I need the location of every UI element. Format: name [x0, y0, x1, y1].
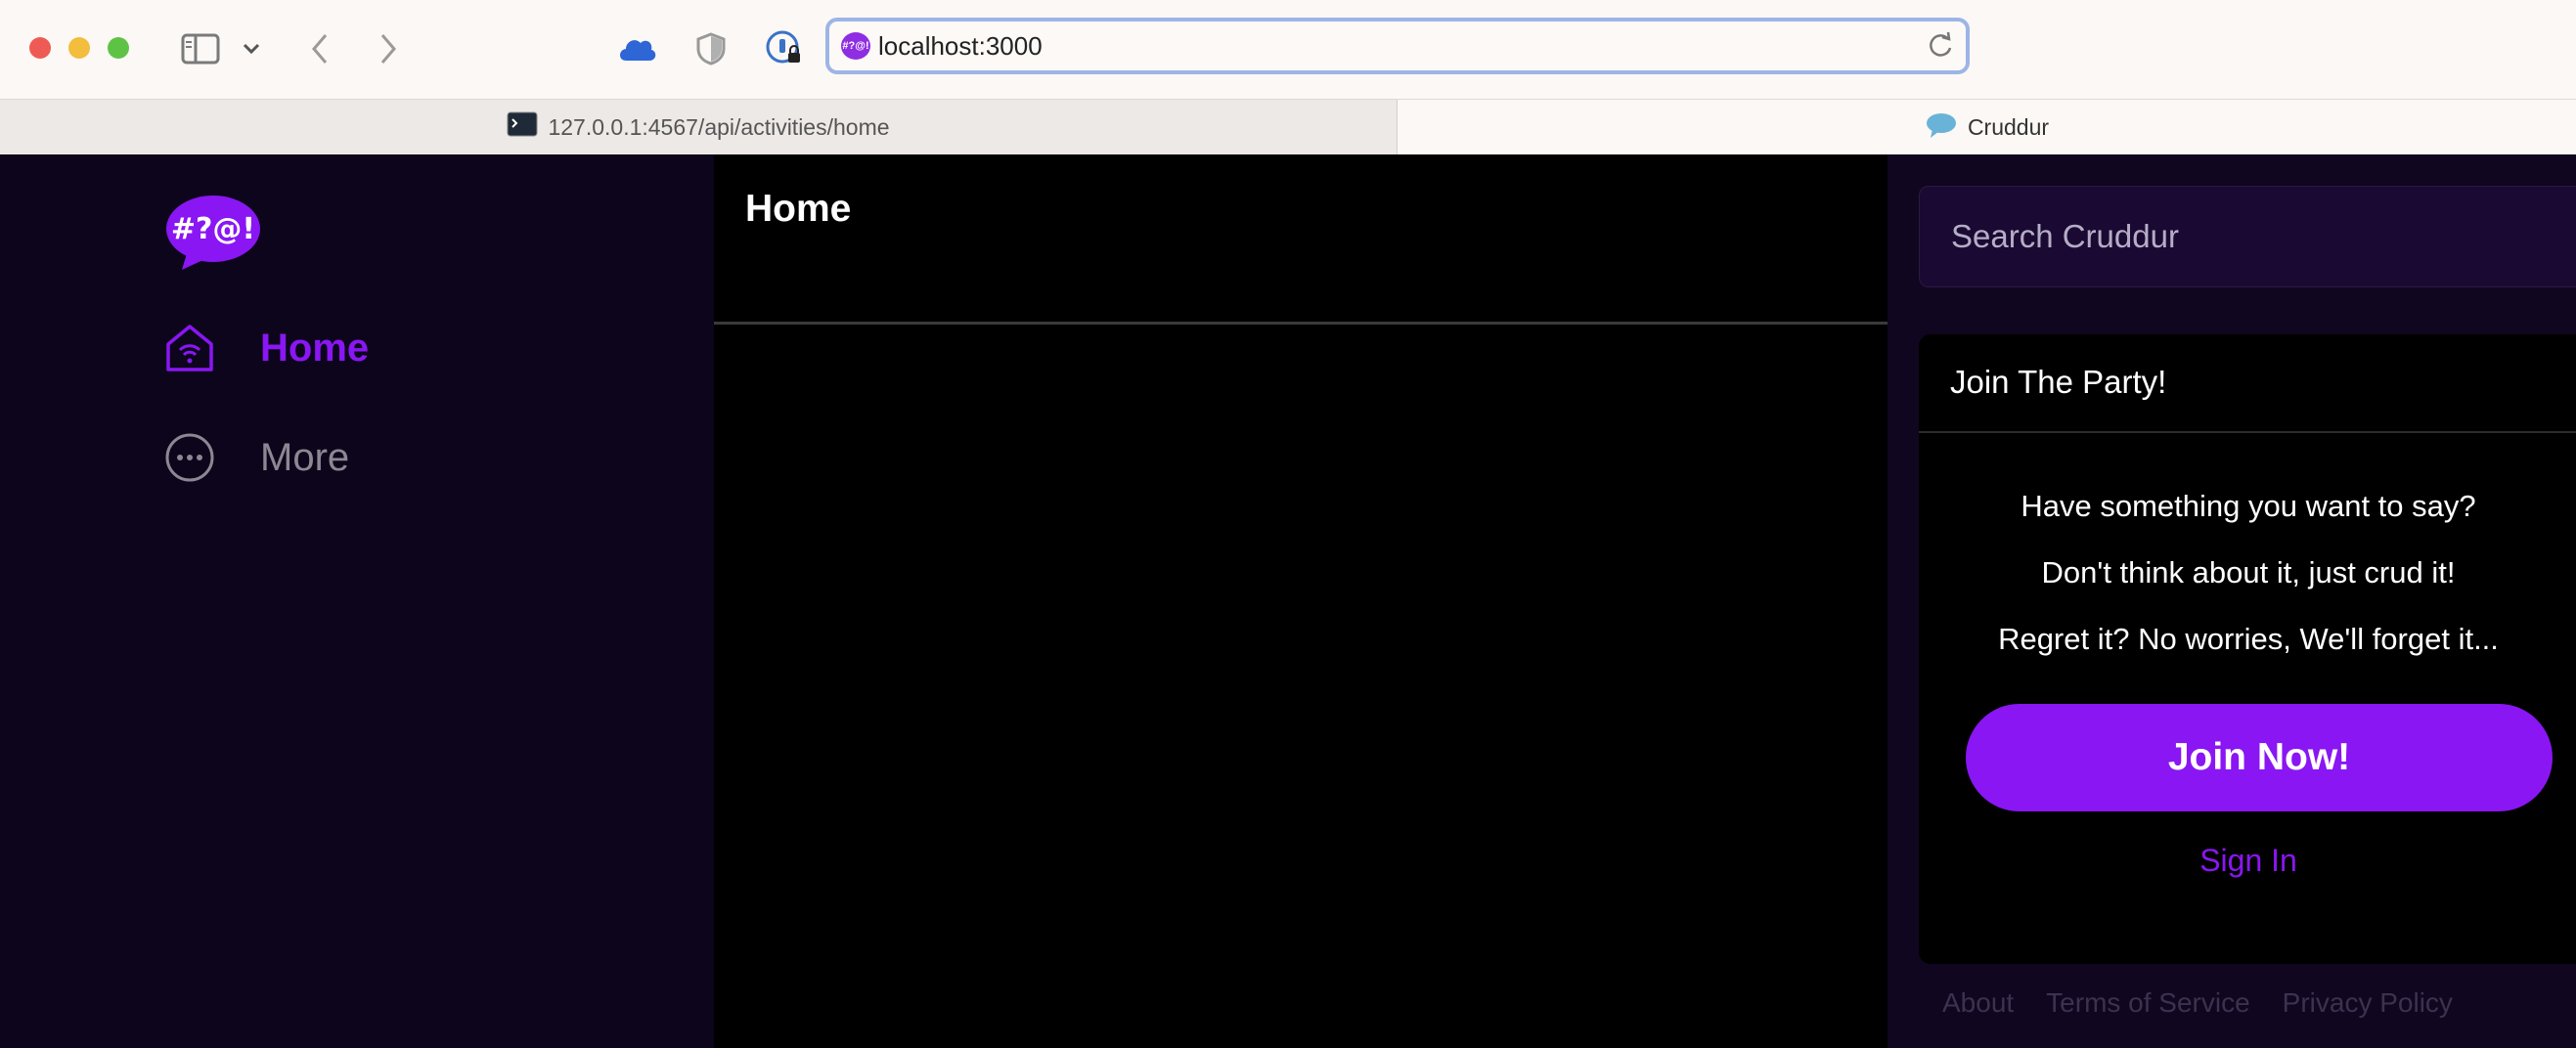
content-header: Home [714, 154, 1888, 325]
forward-icon[interactable] [372, 25, 405, 72]
sign-in-link[interactable]: Sign In [1919, 843, 2576, 879]
password-manager-icon[interactable] [763, 25, 806, 72]
icloud-icon[interactable] [614, 25, 659, 72]
home-icon [164, 323, 215, 373]
sidebar-toggle-icon[interactable] [178, 25, 223, 72]
more-icon [164, 432, 215, 483]
footer-about-link[interactable]: About [1942, 987, 2014, 1019]
tab-strip: 127.0.0.1:4567/api/activities/home Crudd… [0, 99, 2576, 155]
back-icon[interactable] [303, 25, 336, 72]
cruddur-app: #?@! Home More Home Join The Party! [0, 154, 2576, 1048]
browser-toolbar: #?@! localhost:3000 [0, 0, 2576, 99]
speech-bubble-icon [1925, 111, 1958, 145]
join-now-button[interactable]: Join Now! [1966, 704, 2553, 811]
join-card-line: Regret it? No worries, We'll forget it..… [1998, 622, 2499, 656]
footer-privacy-link[interactable]: Privacy Policy [2283, 987, 2453, 1019]
url-text[interactable]: localhost:3000 [878, 27, 1043, 65]
join-card-line: Have something you want to say? [2021, 489, 2476, 523]
reload-icon[interactable] [1927, 30, 1954, 65]
shield-icon[interactable] [692, 25, 730, 72]
right-sidebar: Join The Party! Have something you want … [1888, 154, 2576, 1048]
chevron-down-icon[interactable] [239, 25, 264, 72]
cruddur-logo[interactable]: #?@! [164, 194, 262, 272]
join-card-line: Don't think about it, just crud it! [2041, 555, 2456, 590]
address-bar[interactable]: #?@! localhost:3000 [825, 18, 1970, 74]
maximize-window-button[interactable] [108, 37, 129, 59]
join-card-divider [1919, 431, 2576, 433]
search-box[interactable] [1919, 186, 2576, 287]
nav-label-home: Home [260, 326, 370, 370]
footer-links: About Terms of Service Privacy Policy [1942, 987, 2453, 1019]
main-content: Home [714, 154, 1888, 1048]
close-window-button[interactable] [29, 37, 51, 59]
join-card-title: Join The Party! [1950, 364, 2167, 400]
search-input[interactable] [1920, 187, 2576, 286]
minimize-window-button[interactable] [68, 37, 90, 59]
nav-item-home[interactable]: Home [164, 323, 369, 373]
page-title: Home [745, 188, 852, 230]
left-sidebar: #?@! Home More [0, 154, 714, 1048]
terminal-icon [507, 111, 538, 143]
tab-label: 127.0.0.1:4567/api/activities/home [548, 113, 890, 140]
tab-api-activities[interactable]: 127.0.0.1:4567/api/activities/home [0, 100, 1398, 154]
nav-label-more: More [260, 435, 350, 479]
nav-item-more[interactable]: More [164, 432, 349, 483]
tab-label: Cruddur [1967, 114, 2050, 140]
site-favicon-icon: #?@! [841, 32, 870, 60]
footer-terms-link[interactable]: Terms of Service [2046, 987, 2250, 1019]
logo-text: #?@! [171, 212, 255, 246]
join-card: Join The Party! Have something you want … [1919, 334, 2576, 964]
tab-cruddur[interactable]: Cruddur [1398, 100, 2576, 155]
